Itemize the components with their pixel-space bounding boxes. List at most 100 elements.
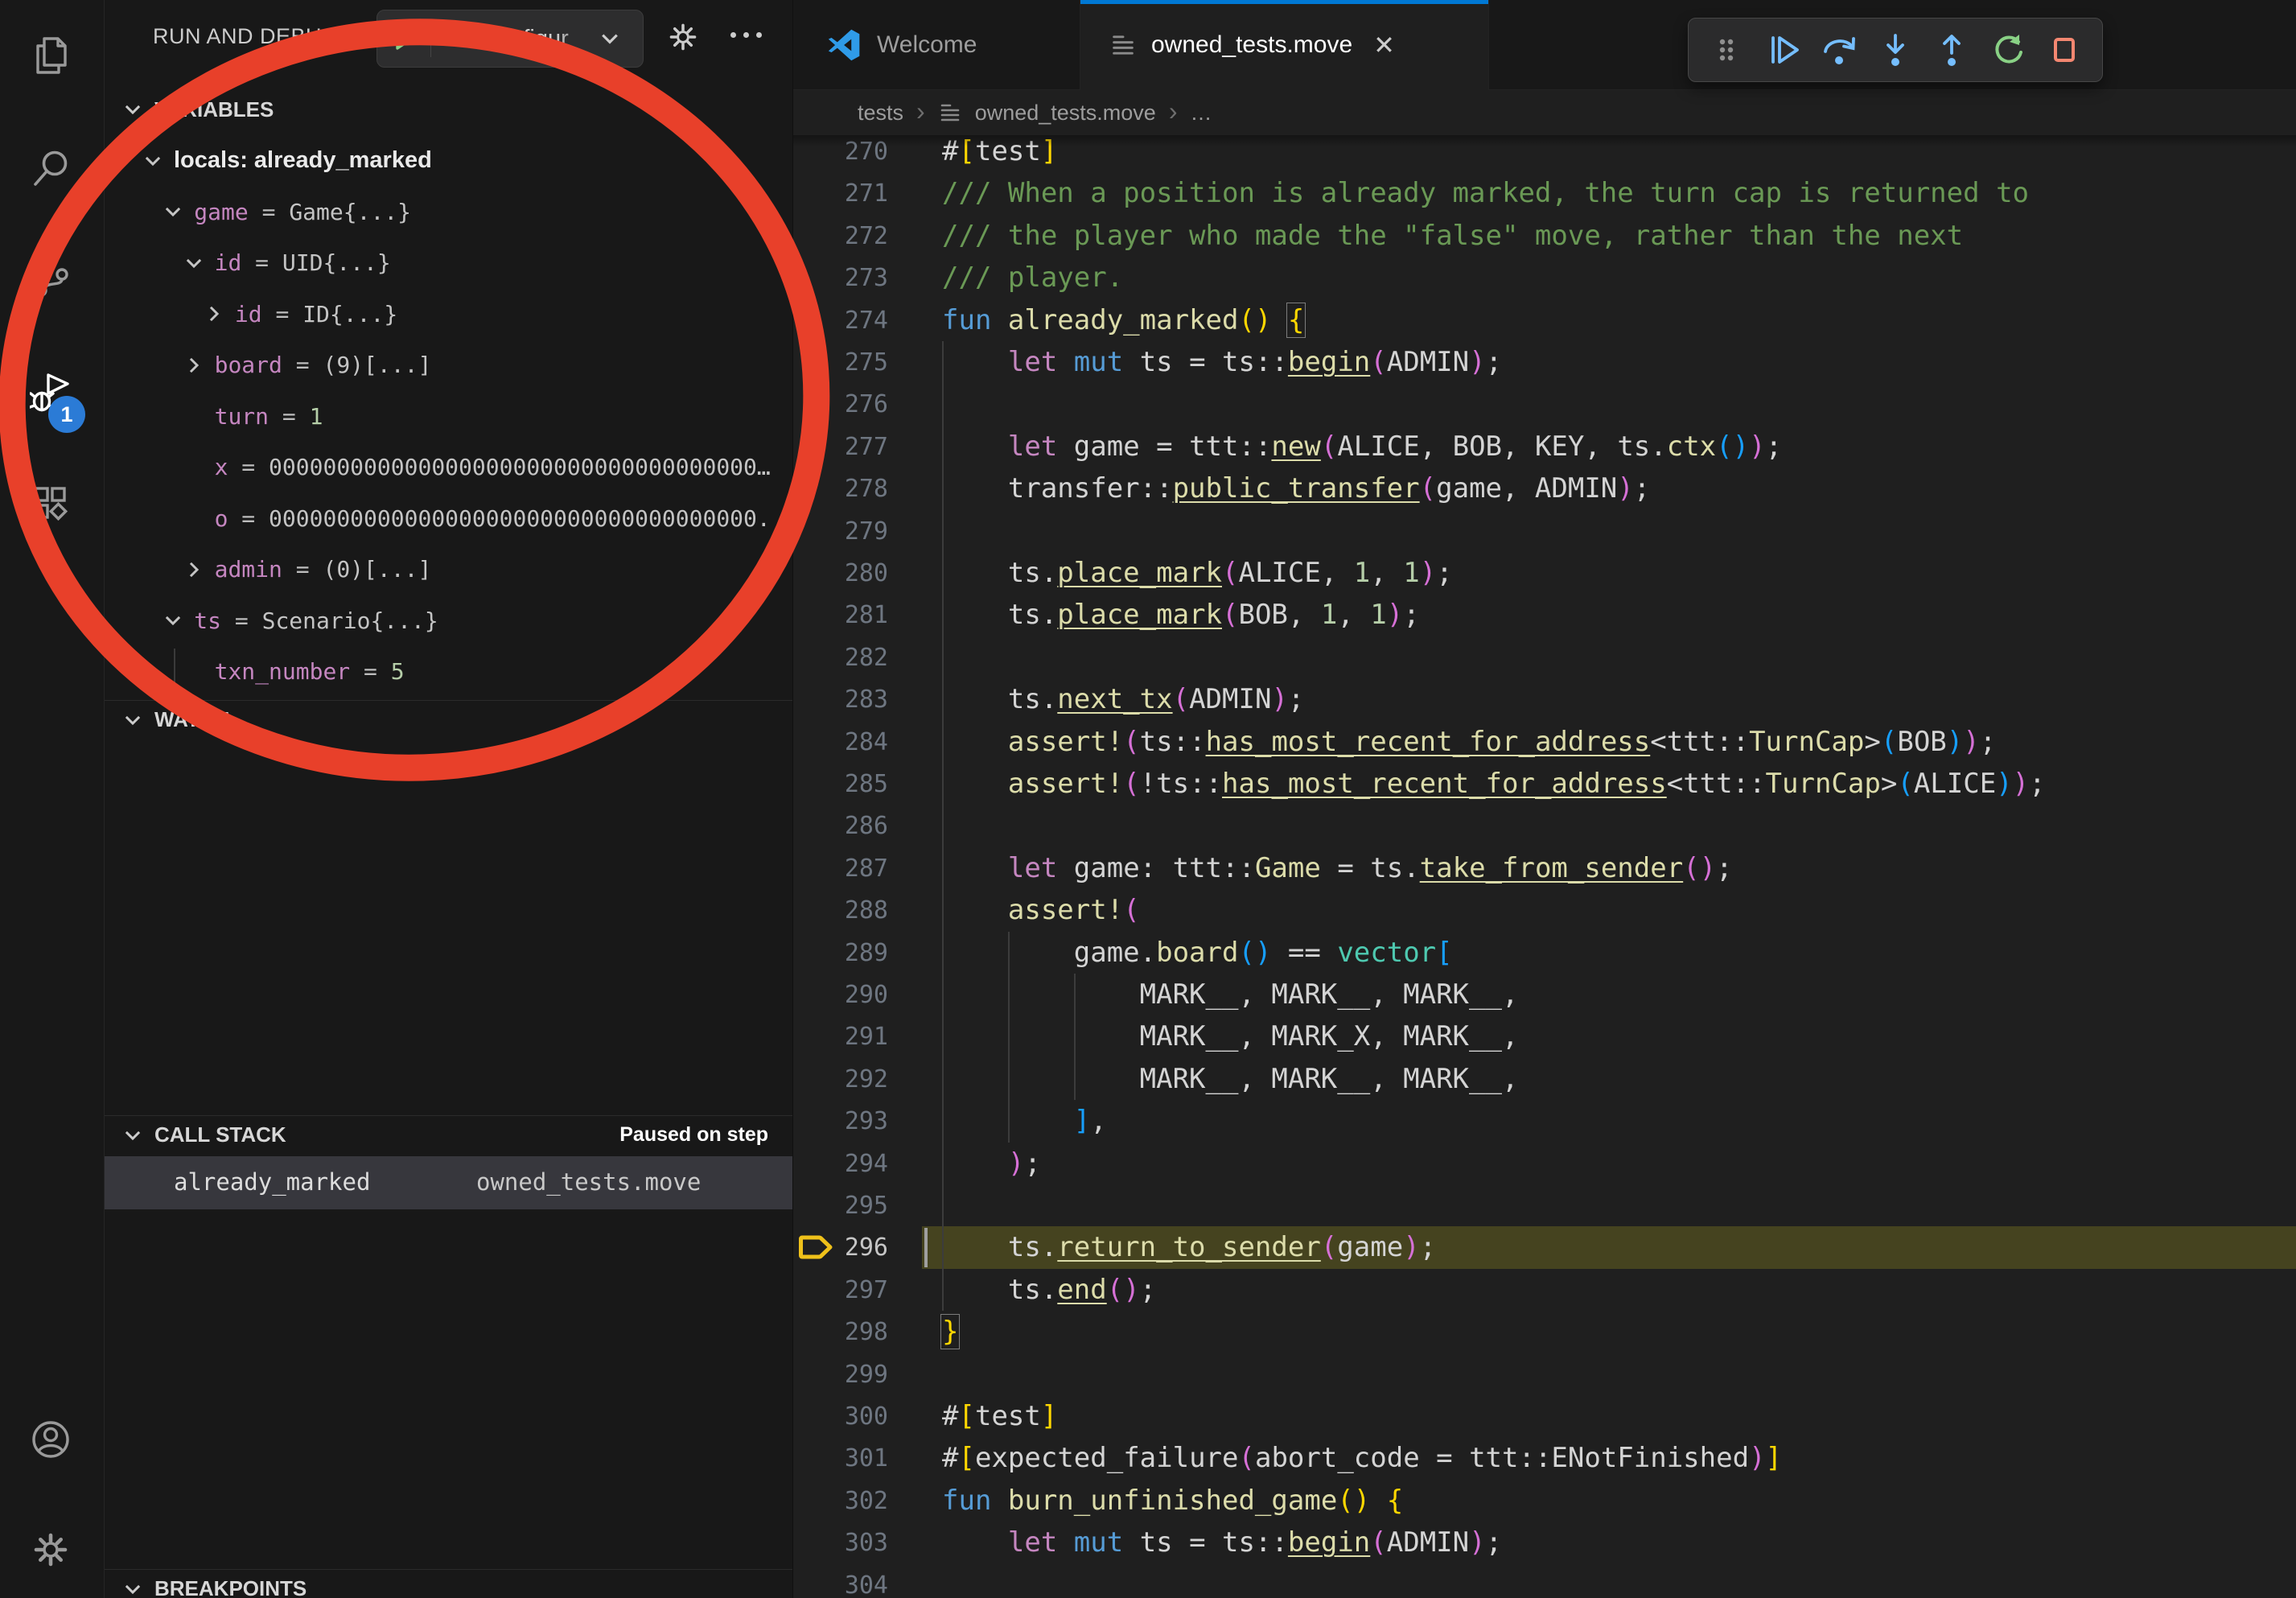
line-number[interactable]: 295: [793, 1184, 888, 1227]
code-line-277[interactable]: 277 let game = ttt::new(ALICE, BOB, KEY,…: [793, 426, 2296, 468]
line-number[interactable]: 299: [793, 1353, 888, 1396]
explorer-icon[interactable]: [30, 35, 72, 76]
debug-config-dropdown[interactable]: No Configur: [376, 10, 644, 68]
breadcrumb-folder[interactable]: tests: [858, 101, 903, 126]
restart-button[interactable]: [1980, 24, 2036, 76]
code-line-296[interactable]: 296 ts.return_to_sender(game);: [793, 1226, 2296, 1269]
code-text[interactable]: ts.place_mark(BOB, 1, 1);: [942, 594, 1420, 636]
code-line-291[interactable]: 291 MARK__, MARK_X, MARK__,: [793, 1015, 2296, 1058]
variable-row-id[interactable]: id = ID{...}: [105, 289, 792, 340]
code-text[interactable]: let game: ttt::Game = ts.take_from_sende…: [942, 847, 1733, 890]
section-header-breakpoints[interactable]: BREAKPOINTS: [105, 1569, 792, 1598]
code-line-272[interactable]: 272/// the player who made the "false" m…: [793, 215, 2296, 257]
code-text[interactable]: /// player.: [942, 257, 1123, 299]
line-number[interactable]: 281: [793, 594, 888, 636]
code-line-270[interactable]: 270 #[test]: [793, 130, 2296, 173]
line-number[interactable]: 287: [793, 847, 888, 890]
code-text[interactable]: /// the player who made the "false" move…: [942, 215, 1963, 257]
code-text[interactable]: ts.return_to_sender(game);: [942, 1226, 1436, 1269]
variable-row-game[interactable]: game = Game{...}: [105, 187, 792, 237]
section-header-watch[interactable]: WATCH: [105, 700, 792, 739]
line-number[interactable]: 271: [793, 172, 888, 215]
line-number[interactable]: 285: [793, 763, 888, 805]
line-number[interactable]: 279: [793, 510, 888, 553]
line-number[interactable]: 276: [793, 383, 888, 426]
section-header-call-stack[interactable]: CALL STACK Paused on step: [105, 1115, 792, 1154]
code-text[interactable]: assert!(: [942, 889, 1140, 932]
code-line-271[interactable]: 271/// When a position is already marked…: [793, 172, 2296, 215]
line-number[interactable]: 289: [793, 932, 888, 974]
code-text[interactable]: }: [942, 1311, 958, 1353]
code-text[interactable]: game.board() == vector[: [942, 932, 1453, 974]
code-line-294[interactable]: 294 );: [793, 1143, 2296, 1185]
line-number[interactable]: 304: [793, 1564, 888, 1598]
code-line-274[interactable]: 274fun already_marked() {: [793, 299, 2296, 342]
breadcrumb-symbol-ellipsis[interactable]: …: [1190, 101, 1212, 126]
variable-row-o[interactable]: o = 000000000000000000000000000000000000…: [105, 493, 792, 544]
accounts-icon[interactable]: [30, 1419, 72, 1460]
code-text[interactable]: ts.place_mark(ALICE, 1, 1);: [942, 552, 1453, 595]
extensions-icon[interactable]: [30, 481, 72, 523]
step-out-button[interactable]: [1924, 24, 1980, 76]
code-text[interactable]: assert!(ts::has_most_recent_for_address<…: [942, 721, 1996, 764]
source-control-icon[interactable]: [30, 257, 72, 299]
code-text[interactable]: let mut ts = ts::begin(ADMIN);: [942, 341, 1502, 384]
code-line-273[interactable]: 273 /// player.: [793, 257, 2296, 299]
line-number[interactable]: 275: [793, 341, 888, 384]
call-stack-frame-row[interactable]: already_marked owned_tests.move: [105, 1156, 792, 1209]
code-line-278[interactable]: 278 transfer::public_transfer(game, ADMI…: [793, 467, 2296, 510]
line-number[interactable]: 286: [793, 805, 888, 847]
code-line-283[interactable]: 283 ts.next_tx(ADMIN);: [793, 678, 2296, 721]
settings-gear-icon[interactable]: [30, 1529, 72, 1571]
code-line-276[interactable]: 276: [793, 383, 2296, 426]
line-number[interactable]: 288: [793, 889, 888, 932]
code-line-304[interactable]: 304: [793, 1564, 2296, 1598]
breadcrumb-file[interactable]: owned_tests.move: [975, 101, 1156, 126]
code-text[interactable]: );: [942, 1143, 1041, 1185]
code-text[interactable]: ts.next_tx(ADMIN);: [942, 678, 1304, 721]
code-line-303[interactable]: 303 let mut ts = ts::begin(ADMIN);: [793, 1522, 2296, 1564]
tab-owned-tests-move[interactable]: owned_tests.move ✕: [1080, 0, 1489, 90]
line-number[interactable]: 270: [793, 130, 888, 173]
tab-welcome[interactable]: Welcome: [793, 0, 1080, 90]
section-header-variables[interactable]: VARIABLES: [105, 90, 792, 129]
start-debugging-icon[interactable]: [387, 23, 419, 55]
code-text[interactable]: #[test]: [942, 130, 1057, 173]
variable-row-x[interactable]: x = 000000000000000000000000000000000000…: [105, 442, 792, 492]
code-text[interactable]: assert!(!ts::has_most_recent_for_address…: [942, 763, 2046, 805]
line-number[interactable]: 302: [793, 1480, 888, 1522]
code-text[interactable]: transfer::public_transfer(game, ADMIN);: [942, 467, 1650, 510]
code-text[interactable]: MARK__, MARK__, MARK__,: [942, 1058, 1518, 1101]
line-number[interactable]: 290: [793, 974, 888, 1016]
code-line-301[interactable]: 301#[expected_failure(abort_code = ttt::…: [793, 1437, 2296, 1480]
code-line-300[interactable]: 300#[test]: [793, 1395, 2296, 1438]
code-text[interactable]: fun burn_unfinished_game() {: [942, 1480, 1403, 1522]
code-text[interactable]: MARK__, MARK__, MARK__,: [942, 974, 1518, 1016]
line-number[interactable]: 280: [793, 552, 888, 595]
line-number[interactable]: 297: [793, 1269, 888, 1312]
line-number[interactable]: 296: [793, 1226, 888, 1269]
code-line-284[interactable]: 284 assert!(ts::has_most_recent_for_addr…: [793, 721, 2296, 764]
code-text[interactable]: ts.end();: [942, 1269, 1156, 1312]
step-over-button[interactable]: [1811, 24, 1867, 76]
code-line-299[interactable]: 299: [793, 1353, 2296, 1396]
code-area[interactable]: 270 #[test]271/// When a position is alre…: [793, 0, 2296, 1598]
line-number[interactable]: 273: [793, 257, 888, 299]
more-actions-icon[interactable]: [730, 32, 772, 42]
code-line-293[interactable]: 293 ],: [793, 1100, 2296, 1143]
variable-row-turn[interactable]: turn = 1: [105, 391, 792, 442]
code-line-288[interactable]: 288 assert!(: [793, 889, 2296, 932]
code-line-292[interactable]: 292 MARK__, MARK__, MARK__,: [793, 1058, 2296, 1101]
line-number[interactable]: 284: [793, 721, 888, 764]
code-line-289[interactable]: 289 game.board() == vector[: [793, 932, 2296, 974]
variable-row-scope[interactable]: locals: already_marked: [105, 135, 792, 186]
line-number[interactable]: 282: [793, 636, 888, 679]
line-number[interactable]: 274: [793, 299, 888, 342]
line-number[interactable]: 291: [793, 1015, 888, 1058]
line-number[interactable]: 294: [793, 1143, 888, 1185]
code-text[interactable]: ],: [942, 1100, 1107, 1143]
code-text[interactable]: #[expected_failure(abort_code = ttt::ENo…: [942, 1437, 1782, 1480]
code-line-290[interactable]: 290 MARK__, MARK__, MARK__,: [793, 974, 2296, 1016]
line-number[interactable]: 300: [793, 1395, 888, 1438]
code-line-281[interactable]: 281 ts.place_mark(BOB, 1, 1);: [793, 594, 2296, 636]
